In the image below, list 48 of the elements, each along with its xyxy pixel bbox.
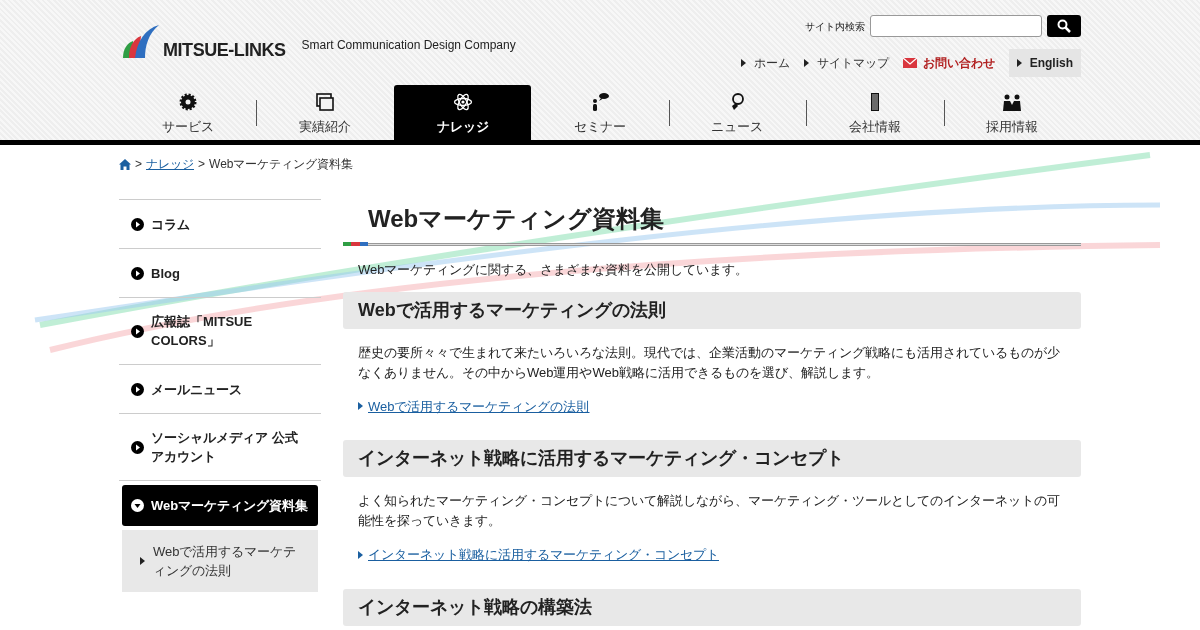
sidebar-item[interactable]: Blog	[119, 249, 321, 298]
sidebar-subitem[interactable]: Webで活用するマーケティングの法則	[122, 530, 318, 593]
sidebar-item-active[interactable]: Webマーケティング資料集	[122, 485, 318, 526]
triangle-icon	[358, 550, 363, 559]
language-button[interactable]: English	[1008, 49, 1081, 77]
nav-tab[interactable]: ニュース	[668, 85, 807, 140]
triangle-icon	[358, 402, 363, 411]
sidebar-item[interactable]: メールニュース	[119, 365, 321, 414]
utility-link[interactable]: ホーム	[740, 54, 790, 72]
breadcrumb-separator: >	[198, 156, 206, 173]
section-text: 歴史の要所々々で生まれて来たいろいろな法則。現代では、企業活動のマーケティング戦略にも活用されているものが少なくありません。その中からWeb運用やWeb戦略に活用できるものを選び、解説します。	[357, 343, 1061, 382]
nav-tab[interactable]: ナレッジ	[393, 85, 532, 140]
sidebar-item[interactable]: ソーシャルメディア 公式アカウント	[119, 414, 321, 481]
breadcrumb-separator: >	[135, 156, 142, 173]
sidebar-item[interactable]: コラム	[119, 200, 321, 249]
section-text: よく知られたマーケティング・コンセプトについて解説しながら、マーケティング・ツールとしてのインターネットの可能性を探っていきます。	[357, 492, 1061, 530]
section-link[interactable]: Webで活用するマーケティングの法則	[368, 396, 590, 416]
nav-tab[interactable]: 会社情報	[806, 85, 944, 140]
intro-text: Webマーケティングに関する、さまざまな資料を公開しています。	[357, 261, 750, 279]
home-icon[interactable]	[119, 158, 131, 170]
nav-tab[interactable]: セミナー	[531, 85, 669, 140]
section-link[interactable]: インターネット戦略に活用するマーケティング・コンセプト	[368, 545, 719, 565]
search-icon	[1057, 19, 1071, 33]
triangle-icon	[803, 59, 809, 67]
sidebar-item[interactable]: 広報誌「MITSUE COLORS」	[119, 298, 321, 365]
triangle-icon	[1016, 59, 1022, 67]
nav-tab[interactable]: 採用情報	[943, 85, 1081, 140]
contact-link[interactable]: お問い合わせ	[902, 54, 995, 72]
breadcrumb-link[interactable]: ナレッジ	[146, 155, 194, 173]
envelope-icon	[902, 58, 917, 68]
windows-icon	[315, 91, 336, 112]
triangle-icon	[740, 59, 746, 67]
search-label: サイト内検索	[805, 19, 865, 34]
nav-tab[interactable]: サービス	[119, 85, 257, 140]
tagline: Smart Communication Design Company	[301, 37, 516, 54]
breadcrumb-current: Webマーケティング資料集	[209, 156, 354, 173]
section-heading: インターネット戦略の構築法	[343, 588, 1081, 626]
atom-icon	[452, 91, 473, 112]
logo-text: MITSUE-LINKS	[163, 41, 286, 59]
section-heading: インターネット戦略に活用するマーケティング・コンセプト	[343, 440, 1081, 477]
search-field[interactable]	[870, 15, 1042, 37]
utility-link[interactable]: サイトマップ	[803, 54, 889, 72]
gear-icon	[177, 91, 198, 112]
triangle-icon	[140, 557, 145, 565]
page-title: Webマーケティング資料集	[367, 204, 666, 234]
nav-tab[interactable]: 実績紹介	[256, 85, 394, 140]
search-button[interactable]	[1047, 15, 1081, 37]
section-heading: Webで活用するマーケティングの法則	[343, 291, 1081, 329]
